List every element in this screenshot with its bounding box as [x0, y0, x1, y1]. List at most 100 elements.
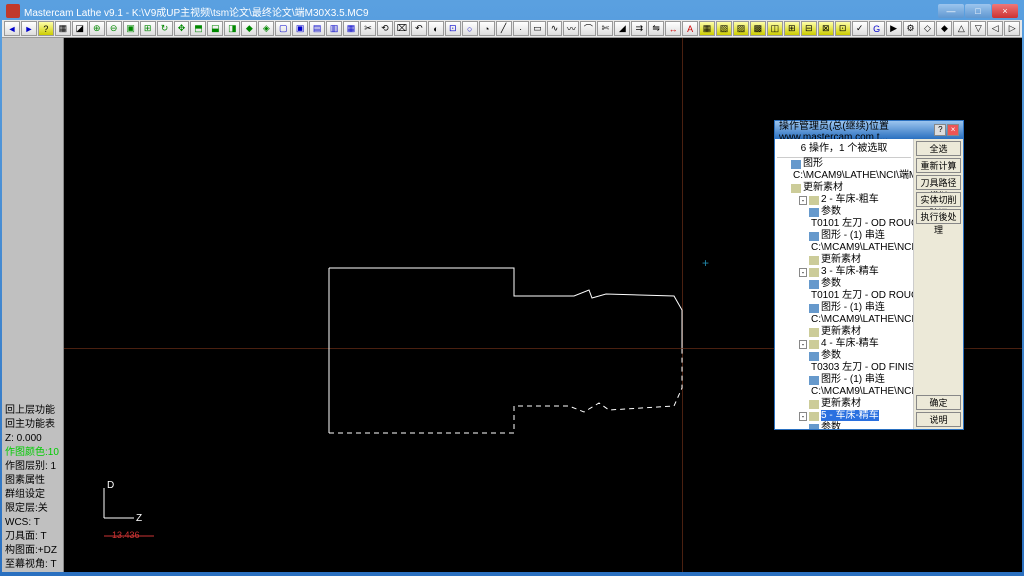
tree-row[interactable]: 参数	[777, 206, 911, 218]
sidebar-item[interactable]: WCS: T	[2, 516, 63, 530]
gview-side-icon[interactable]: ◨	[224, 21, 240, 36]
tree-row[interactable]: 参数	[777, 422, 911, 429]
setup-icon[interactable]: ⚙	[903, 21, 919, 36]
opsmgr-help-button[interactable]: ?	[934, 124, 946, 136]
select-all-button[interactable]: 全选	[916, 141, 961, 156]
backplot-button[interactable]: 刀具路径模拟	[916, 175, 961, 190]
post-icon[interactable]: G	[869, 21, 885, 36]
cube-icon[interactable]: ▢	[275, 21, 291, 36]
op6-icon[interactable]: ⊞	[784, 21, 800, 36]
tree-row[interactable]: 更新素材	[777, 182, 911, 194]
note-icon[interactable]: A	[682, 21, 698, 36]
curve-icon[interactable]: ∿	[547, 21, 563, 36]
sidebar-item[interactable]: 限定层:关	[2, 502, 63, 516]
cube-s-icon[interactable]: ▥	[326, 21, 342, 36]
opsmgr-close-button[interactable]: ×	[947, 124, 959, 136]
cube-t-icon[interactable]: ▣	[292, 21, 308, 36]
sidebar-item[interactable]: 回主功能表	[2, 418, 63, 432]
opsmgr-titlebar[interactable]: 操作管理员(总(继续)位置 www.mastercam.com.t... ? ×	[775, 121, 963, 139]
file-icon[interactable]: ▦	[55, 21, 71, 36]
shade-icon[interactable]: ◐	[428, 21, 444, 36]
post-button[interactable]: 执行後处理	[916, 209, 961, 224]
nav-next-icon[interactable]: ►	[21, 21, 37, 36]
op8-icon[interactable]: ⊠	[818, 21, 834, 36]
sidebar-item[interactable]: 至幕视角: T	[2, 558, 63, 572]
toolpath-icon[interactable]: ⊡	[445, 21, 461, 36]
misc5-icon[interactable]: ◁	[987, 21, 1003, 36]
tree-row[interactable]: -2 - 车床-粗车	[777, 194, 911, 206]
minimize-button[interactable]: —	[938, 4, 964, 18]
sidebar-item[interactable]: 作图层别: 1	[2, 460, 63, 474]
zoom-out-icon[interactable]: ⊖	[106, 21, 122, 36]
repaint-icon[interactable]: ↻	[157, 21, 173, 36]
cube-f-icon[interactable]: ▤	[309, 21, 325, 36]
gview-iso-icon[interactable]: ◆	[241, 21, 257, 36]
tree-row[interactable]: T0303 左刀 - OD FINISH RIGHT	[777, 362, 911, 374]
verify-icon[interactable]: ✓	[852, 21, 868, 36]
tree-row[interactable]: C:\MCAM9\LATHE\NCI\端M30X3.5	[777, 170, 911, 182]
zoom-in-icon[interactable]: ⊕	[89, 21, 105, 36]
tree-row[interactable]: T0101 左刀 - OD ROUGH RIGHT	[777, 218, 911, 230]
arc-icon[interactable]: ◔	[479, 21, 495, 36]
fit-icon[interactable]: ⊞	[140, 21, 156, 36]
cplane-icon[interactable]: ◈	[258, 21, 274, 36]
fillet-icon[interactable]: ⌒	[580, 21, 596, 36]
mirror-icon[interactable]: ⇋	[648, 21, 664, 36]
dim-icon[interactable]: ↔	[665, 21, 681, 36]
operations-manager-panel[interactable]: 操作管理员(总(继续)位置 www.mastercam.com.t... ? ×…	[774, 120, 964, 430]
point-icon[interactable]: ·	[513, 21, 529, 36]
op4-icon[interactable]: ▩	[750, 21, 766, 36]
undo-icon[interactable]: ↶	[411, 21, 427, 36]
misc2-icon[interactable]: ◆	[936, 21, 952, 36]
help-icon[interactable]: ?	[38, 21, 54, 36]
misc4-icon[interactable]: ▽	[970, 21, 986, 36]
tree-row[interactable]: 图形 - (1) 串连	[777, 302, 911, 314]
operations-tree[interactable]: 6 操作，1 个被选取 图形C:\MCAM9\LATHE\NCI\端M30X3.…	[775, 139, 913, 429]
cube-i-icon[interactable]: ▦	[343, 21, 359, 36]
pan-icon[interactable]: ✥	[174, 21, 190, 36]
misc1-icon[interactable]: ◇	[919, 21, 935, 36]
sidebar-item[interactable]: 回上层功能	[2, 404, 63, 418]
op7-icon[interactable]: ⊟	[801, 21, 817, 36]
tree-row[interactable]: 更新素材	[777, 398, 911, 410]
sidebar-item[interactable]: 作图颜色:10	[2, 446, 63, 460]
delete-icon[interactable]: ✂	[360, 21, 376, 36]
circle-icon[interactable]: ○	[462, 21, 478, 36]
tree-row[interactable]: C:\MCAM9\LATHE\NCI\端M30X3.5	[777, 242, 911, 254]
offset-icon[interactable]: ⇉	[631, 21, 647, 36]
op5-icon[interactable]: ◫	[767, 21, 783, 36]
op1-icon[interactable]: ▦	[699, 21, 715, 36]
rect-icon[interactable]: ▭	[530, 21, 546, 36]
op3-icon[interactable]: ▨	[733, 21, 749, 36]
sidebar-item[interactable]: 图素属性	[2, 474, 63, 488]
misc6-icon[interactable]: ▷	[1004, 21, 1020, 36]
tree-row[interactable]: T0101 左刀 - OD ROUGH RIGHT	[777, 290, 911, 302]
title-bar[interactable]: Mastercam Lathe v9.1 - K:\V9成UP主视频\tsm论文…	[2, 2, 1022, 20]
sidebar-item[interactable]: 构图面:+DZ	[2, 544, 63, 558]
tree-row[interactable]: C:\MCAM9\LATHE\NCI\端M30X3.5	[777, 314, 911, 326]
tree-row[interactable]: C:\MCAM9\LATHE\NCI\端M30X3.5	[777, 386, 911, 398]
tree-row[interactable]: -3 - 车床-精车	[777, 266, 911, 278]
tree-row[interactable]: 图形	[777, 158, 911, 170]
gview-front-icon[interactable]: ⬓	[207, 21, 223, 36]
tree-row[interactable]: 更新素材	[777, 254, 911, 266]
ok-button[interactable]: 确定	[916, 395, 961, 410]
trim-icon[interactable]: ✄	[597, 21, 613, 36]
verify-button[interactable]: 实体切削验证	[916, 192, 961, 207]
tree-row[interactable]: 参数	[777, 350, 911, 362]
line-icon[interactable]: ╱	[496, 21, 512, 36]
nav-prev-icon[interactable]: ◄	[4, 21, 20, 36]
op2-icon[interactable]: ▧	[716, 21, 732, 36]
spline-icon[interactable]: 〰	[563, 21, 579, 36]
chamfer-icon[interactable]: ◢	[614, 21, 630, 36]
tree-row[interactable]: 更新素材	[777, 326, 911, 338]
clear-icon[interactable]: ⌧	[394, 21, 410, 36]
help-button[interactable]: 说明	[916, 412, 961, 427]
gview-top-icon[interactable]: ⬒	[190, 21, 206, 36]
tree-row[interactable]: 参数	[777, 278, 911, 290]
tree-row[interactable]: -4 - 车床-精车	[777, 338, 911, 350]
tree-row[interactable]: 图形 - (1) 串连	[777, 374, 911, 386]
tree-row[interactable]: 图形 - (1) 串连	[777, 230, 911, 242]
misc3-icon[interactable]: △	[953, 21, 969, 36]
tree-row[interactable]: -5 - 车床-精车	[777, 410, 911, 422]
